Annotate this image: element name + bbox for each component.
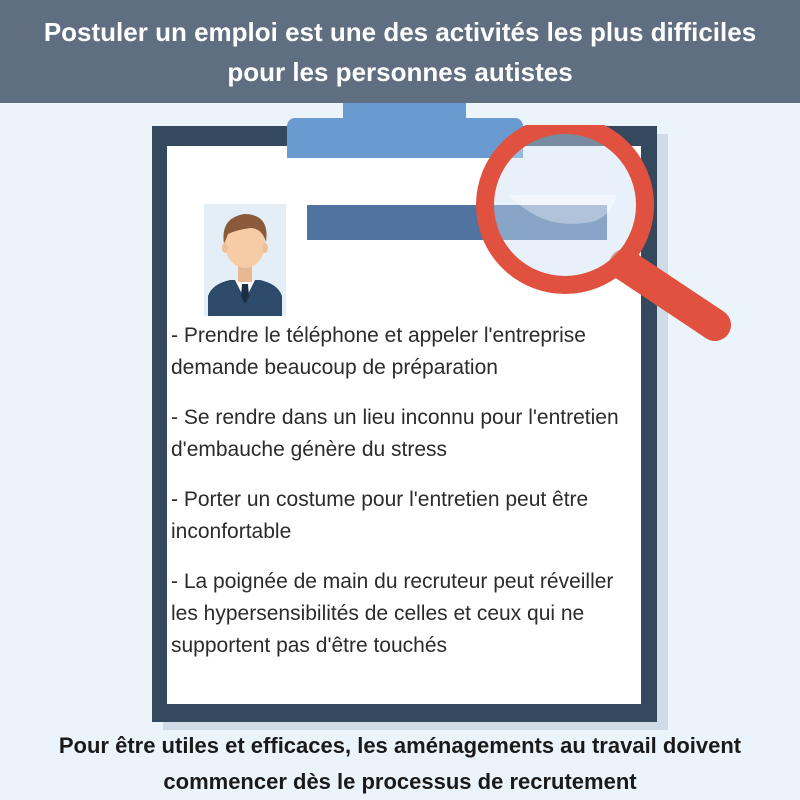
list-item: - Porter un costume pour l'entretien peu… [171, 488, 589, 543]
footer-line-1: Pour être utiles et efficaces, les aména… [58, 733, 742, 758]
magnifying-glass-icon [476, 125, 731, 341]
header-title-line-1: Postuler un emploi est une des activités… [43, 16, 757, 47]
person-avatar-icon [204, 204, 286, 316]
list-item: - Se rendre dans un lieu inconnu pour l'… [171, 406, 619, 461]
header-title-line-2: pour les personnes autistes [227, 56, 573, 87]
list-item: - Prendre le téléphone et appeler l'entr… [171, 324, 586, 379]
footer-line-2: commencer dès le processus de recrutemen… [163, 769, 637, 794]
header-banner: Postuler un emploi est une des activités… [0, 0, 800, 103]
list-item: - La poignée de main du recruteur peut r… [171, 570, 614, 657]
footer-message: Pour être utiles et efficaces, les aména… [0, 728, 800, 800]
difficulties-list: - Prendre le téléphone et appeler l'entr… [171, 320, 637, 680]
